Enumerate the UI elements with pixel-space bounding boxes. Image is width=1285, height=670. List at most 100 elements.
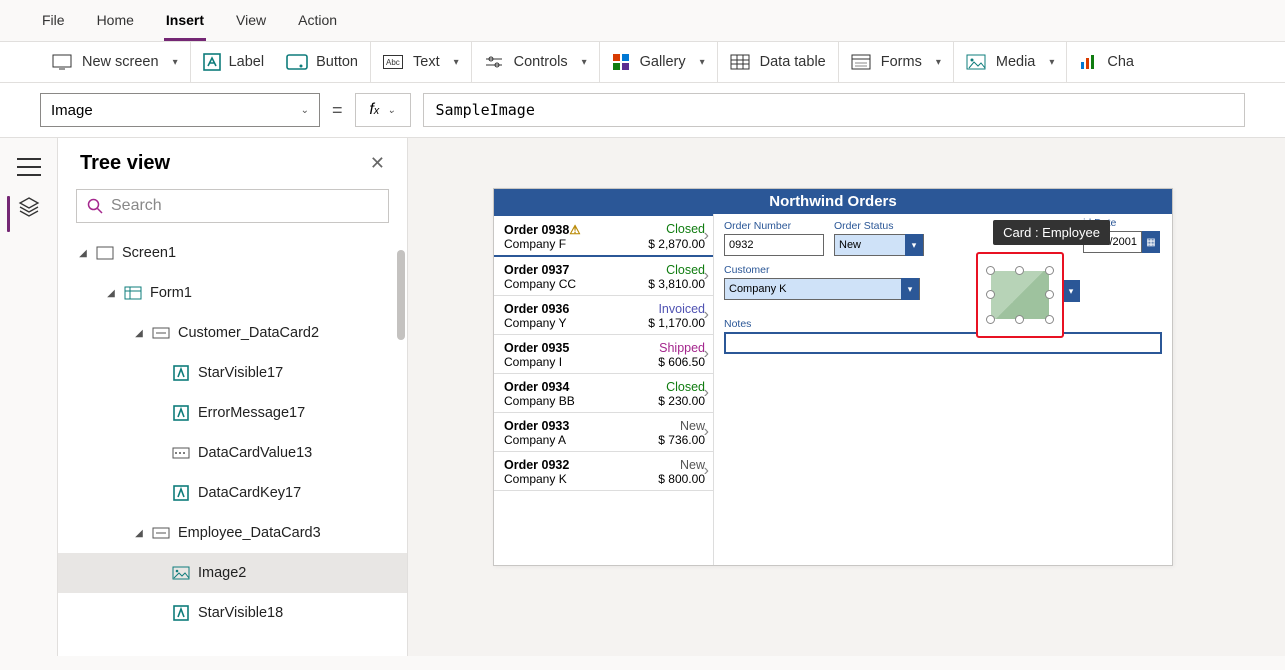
caret-icon: ◢: [134, 528, 144, 539]
text-icon: Abc: [383, 55, 403, 69]
property-selector[interactable]: Image ⌄: [40, 93, 320, 127]
caret-icon: ◢: [134, 328, 144, 339]
formula-input[interactable]: SampleImage: [423, 93, 1245, 127]
order-row[interactable]: Order 0935ShippedCompany I$ 606.50›: [494, 335, 713, 374]
datacard-icon: [152, 524, 170, 542]
order-status-dropdown[interactable]: New▾: [834, 234, 924, 256]
chevron-down-icon: ⌄: [301, 105, 309, 116]
left-rail: [0, 138, 58, 656]
chart-icon: [1079, 54, 1097, 70]
menu-action[interactable]: Action: [296, 8, 339, 41]
tree: ◢ Screen1 ◢ Form1 ◢ Customer_DataCard2 S…: [58, 233, 407, 656]
media-icon: [966, 54, 986, 70]
ribbon-controls[interactable]: Controls▾: [472, 42, 600, 82]
customer-dropdown[interactable]: Company K▾: [724, 278, 920, 300]
tree-node-datacardkey17[interactable]: DataCardKey17: [58, 473, 407, 513]
label-icon: [172, 364, 190, 382]
order-status-label: Order Status: [834, 220, 924, 232]
forms-icon: [851, 54, 871, 70]
order-row[interactable]: Order 0934ClosedCompany BB$ 230.00›: [494, 374, 713, 413]
order-row[interactable]: Order 0932NewCompany K$ 800.00›: [494, 452, 713, 491]
screen-icon: [96, 244, 114, 262]
resize-handle[interactable]: [986, 315, 995, 324]
notes-label: Notes: [724, 318, 1162, 330]
label-icon: [172, 484, 190, 502]
menu-insert[interactable]: Insert: [164, 8, 206, 41]
ribbon-button[interactable]: Button: [286, 54, 358, 70]
menu-home[interactable]: Home: [95, 8, 136, 41]
chevron-down-icon: ▾: [901, 278, 919, 300]
resize-handle[interactable]: [1045, 315, 1054, 324]
label-icon: [203, 53, 221, 71]
ribbon-data-table[interactable]: Data table: [718, 42, 839, 82]
tree-node-employee-datacard[interactable]: ◢ Employee_DataCard3: [58, 513, 407, 553]
table-icon: [730, 54, 750, 70]
resize-handle[interactable]: [1015, 315, 1024, 324]
resize-handle[interactable]: [1045, 266, 1054, 275]
image-icon: [172, 564, 190, 582]
employee-image-card[interactable]: [976, 252, 1064, 338]
close-icon[interactable]: ✕: [370, 153, 385, 174]
resize-handle[interactable]: [1045, 290, 1054, 299]
order-number-input[interactable]: 0932: [724, 234, 824, 256]
menu-view[interactable]: View: [234, 8, 268, 41]
hamburger-icon[interactable]: [17, 158, 41, 176]
selection-tooltip: Card : Employee: [993, 220, 1110, 245]
combobox-icon: [172, 444, 190, 462]
chevron-right-icon: ›: [704, 423, 709, 441]
tree-view-rail-button[interactable]: [18, 196, 40, 218]
tree-node-form1[interactable]: ◢ Form1: [58, 273, 407, 313]
chevron-down-icon: ▾: [582, 57, 587, 68]
order-row[interactable]: Order 0933NewCompany A$ 736.00›: [494, 413, 713, 452]
tree-node-errormessage17[interactable]: ErrorMessage17: [58, 393, 407, 433]
employee-dropdown-arrow[interactable]: ▾: [1062, 280, 1080, 302]
label-icon: [172, 404, 190, 422]
scrollbar[interactable]: [397, 250, 405, 340]
chevron-down-icon: ▾: [173, 57, 178, 68]
chevron-down-icon: ▾: [1049, 57, 1054, 68]
ribbon-forms[interactable]: Forms▾: [839, 42, 954, 82]
ribbon-label[interactable]: Label: [203, 53, 264, 71]
menu-bar: File Home Insert View Action: [0, 0, 1285, 41]
ribbon-text[interactable]: Abc Text▾: [371, 42, 472, 82]
canvas[interactable]: Northwind Orders Order 0938⚠ClosedCompan…: [408, 138, 1285, 656]
chevron-down-icon: ▾: [936, 57, 941, 68]
menu-file[interactable]: File: [40, 8, 67, 41]
order-row[interactable]: Order 0937ClosedCompany CC$ 3,810.00›: [494, 257, 713, 296]
chevron-down-icon: ▾: [454, 57, 459, 68]
order-row[interactable]: Order 0938⚠ClosedCompany F$ 2,870.00›: [494, 214, 713, 257]
ribbon-charts[interactable]: Cha: [1067, 42, 1146, 82]
workspace: Tree view ✕ Search ◢ Screen1 ◢ Form1 ◢ C…: [0, 138, 1285, 656]
ribbon: New screen▾ Label Button Abc Text▾ Contr…: [0, 41, 1285, 83]
order-number-label: Order Number: [724, 220, 824, 232]
customer-label: Customer: [724, 264, 920, 276]
orders-gallery[interactable]: Order 0938⚠ClosedCompany F$ 2,870.00›Ord…: [494, 214, 714, 565]
tree-search[interactable]: Search: [76, 189, 389, 223]
order-row[interactable]: Order 0936InvoicedCompany Y$ 1,170.00›: [494, 296, 713, 335]
resize-handle[interactable]: [1015, 266, 1024, 275]
tree-node-datacardvalue13[interactable]: DataCardValue13: [58, 433, 407, 473]
app-preview: Northwind Orders Order 0938⚠ClosedCompan…: [493, 188, 1173, 566]
ribbon-media[interactable]: Media▾: [954, 42, 1068, 82]
equals-sign: =: [332, 100, 343, 121]
app-title: Northwind Orders: [494, 189, 1172, 214]
resize-handle[interactable]: [986, 290, 995, 299]
tree-node-image2[interactable]: Image2: [58, 553, 407, 593]
chevron-right-icon: ›: [704, 345, 709, 363]
tree-node-screen1[interactable]: ◢ Screen1: [58, 233, 407, 273]
svg-text:Abc: Abc: [386, 58, 400, 67]
ribbon-new-screen[interactable]: New screen▾: [40, 42, 191, 82]
fx-button[interactable]: fx⌄: [355, 93, 411, 127]
caret-icon: ◢: [78, 248, 88, 259]
ribbon-gallery[interactable]: Gallery▾: [600, 42, 718, 82]
controls-icon: [484, 55, 504, 69]
tree-node-customer-datacard[interactable]: ◢ Customer_DataCard2: [58, 313, 407, 353]
notes-input[interactable]: [724, 332, 1162, 354]
tree-node-starvisible18[interactable]: StarVisible18: [58, 593, 407, 633]
resize-handle[interactable]: [986, 266, 995, 275]
chevron-right-icon: ›: [704, 227, 709, 245]
chevron-right-icon: ›: [704, 306, 709, 324]
chevron-right-icon: ›: [704, 267, 709, 285]
tree-node-starvisible17[interactable]: StarVisible17: [58, 353, 407, 393]
label-icon: [172, 604, 190, 622]
